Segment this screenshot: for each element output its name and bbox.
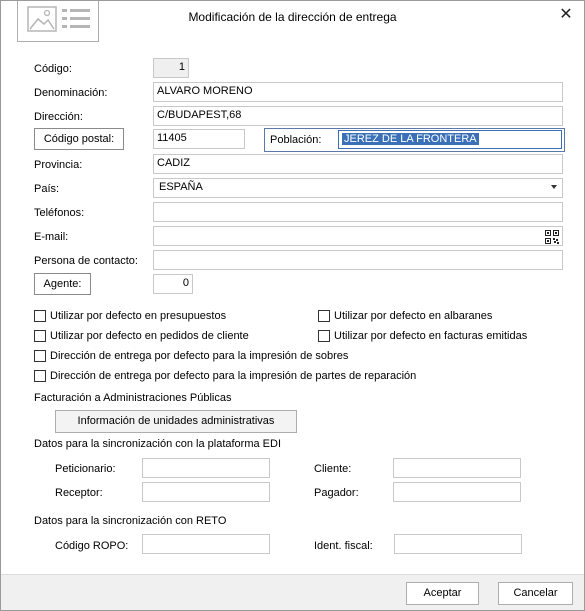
direccion-label: Dirección:: [34, 111, 83, 123]
checkbox-albaranes[interactable]: Utilizar por defecto en albaranes: [318, 310, 492, 322]
telefonos-label: Teléfonos:: [34, 207, 85, 219]
persona-contacto-field[interactable]: [153, 250, 563, 270]
provincia-label: Provincia:: [34, 159, 83, 171]
checkbox-box[interactable]: [34, 370, 46, 382]
checkbox-box[interactable]: [318, 310, 330, 322]
provincia-field[interactable]: CADIZ: [153, 154, 563, 174]
poblacion-group: Población: JEREZ DE LA FRONTERA: [264, 128, 565, 152]
agente-button[interactable]: Agente:: [34, 273, 91, 295]
accept-button[interactable]: Aceptar: [406, 582, 479, 605]
persona-contacto-label: Persona de contacto:: [34, 255, 138, 267]
codigo-label: Código:: [34, 63, 72, 75]
peticionario-label: Peticionario:: [55, 463, 116, 475]
ident-fiscal-field[interactable]: [394, 534, 522, 554]
checkbox-partes-reparacion[interactable]: Dirección de entrega por defecto para la…: [34, 370, 416, 382]
cancel-button[interactable]: Cancelar: [498, 582, 573, 605]
checkbox-label: Utilizar por defecto en facturas emitida…: [334, 330, 528, 342]
checkbox-label: Utilizar por defecto en pedidos de clien…: [50, 330, 249, 342]
denominacion-label: Denominación:: [34, 87, 108, 99]
cliente-field[interactable]: [393, 458, 521, 478]
checkbox-box[interactable]: [34, 330, 46, 342]
ident-fiscal-label: Ident. fiscal:: [314, 540, 373, 552]
checkbox-pedidos-cliente[interactable]: Utilizar por defecto en pedidos de clien…: [34, 330, 249, 342]
telefonos-field[interactable]: [153, 202, 563, 222]
edi-heading: Datos para la sincronización con la plat…: [34, 438, 282, 450]
denominacion-field[interactable]: ALVARO MORENO: [153, 82, 563, 102]
email-field[interactable]: [153, 226, 563, 246]
facturacion-heading: Facturación a Administraciones Públicas: [34, 392, 232, 404]
peticionario-field[interactable]: [142, 458, 270, 478]
direccion-field[interactable]: C/BUDAPEST,68: [153, 106, 563, 126]
chevron-down-icon[interactable]: [551, 185, 557, 189]
email-label: E-mail:: [34, 231, 69, 243]
agente-field[interactable]: 0: [153, 274, 193, 294]
checkbox-box[interactable]: [34, 350, 46, 362]
codigo-postal-button[interactable]: Código postal:: [34, 128, 124, 150]
cliente-label: Cliente:: [314, 463, 352, 475]
address-card-icon: [17, 1, 99, 42]
checkbox-presupuestos[interactable]: Utilizar por defecto en presupuestos: [34, 310, 226, 322]
dialog-window: Modificación de la dirección de entrega …: [0, 0, 585, 611]
codigo-ropo-label: Código ROPO:: [55, 540, 129, 552]
receptor-field[interactable]: [142, 482, 270, 502]
checkbox-box[interactable]: [318, 330, 330, 342]
checkbox-label: Utilizar por defecto en presupuestos: [50, 310, 227, 322]
checkbox-label: Utilizar por defecto en albaranes: [334, 310, 493, 322]
receptor-label: Receptor:: [55, 487, 103, 499]
poblacion-label: Población:: [270, 134, 322, 146]
close-button[interactable]: ✕: [556, 5, 576, 25]
codigo-ropo-field[interactable]: [142, 534, 270, 554]
poblacion-field[interactable]: JEREZ DE LA FRONTERA: [338, 130, 562, 149]
pais-label: País:: [34, 183, 60, 195]
pagador-field[interactable]: [393, 482, 521, 502]
checkbox-facturas-emitidas[interactable]: Utilizar por defecto en facturas emitida…: [318, 330, 527, 342]
codigo-field: 1: [153, 58, 189, 78]
pagador-label: Pagador:: [314, 487, 359, 499]
checkbox-label: Dirección de entrega por defecto para la…: [50, 350, 349, 362]
codigo-postal-field[interactable]: 11405: [153, 129, 245, 149]
unidades-administrativas-button[interactable]: Información de unidades administrativas: [55, 410, 297, 433]
pais-selected-value: ESPAÑA: [159, 181, 203, 193]
poblacion-selected-text: JEREZ DE LA FRONTERA: [342, 133, 479, 145]
checkbox-label: Dirección de entrega por defecto para la…: [50, 370, 417, 382]
pais-select[interactable]: ESPAÑA: [153, 178, 563, 198]
checkbox-box[interactable]: [34, 310, 46, 322]
dialog-footer: Aceptar Cancelar: [1, 574, 584, 610]
qr-code-icon[interactable]: [545, 230, 559, 244]
checkbox-impresion-sobres[interactable]: Dirección de entrega por defecto para la…: [34, 350, 348, 362]
reto-heading: Datos para la sincronización con RETO: [34, 515, 227, 527]
